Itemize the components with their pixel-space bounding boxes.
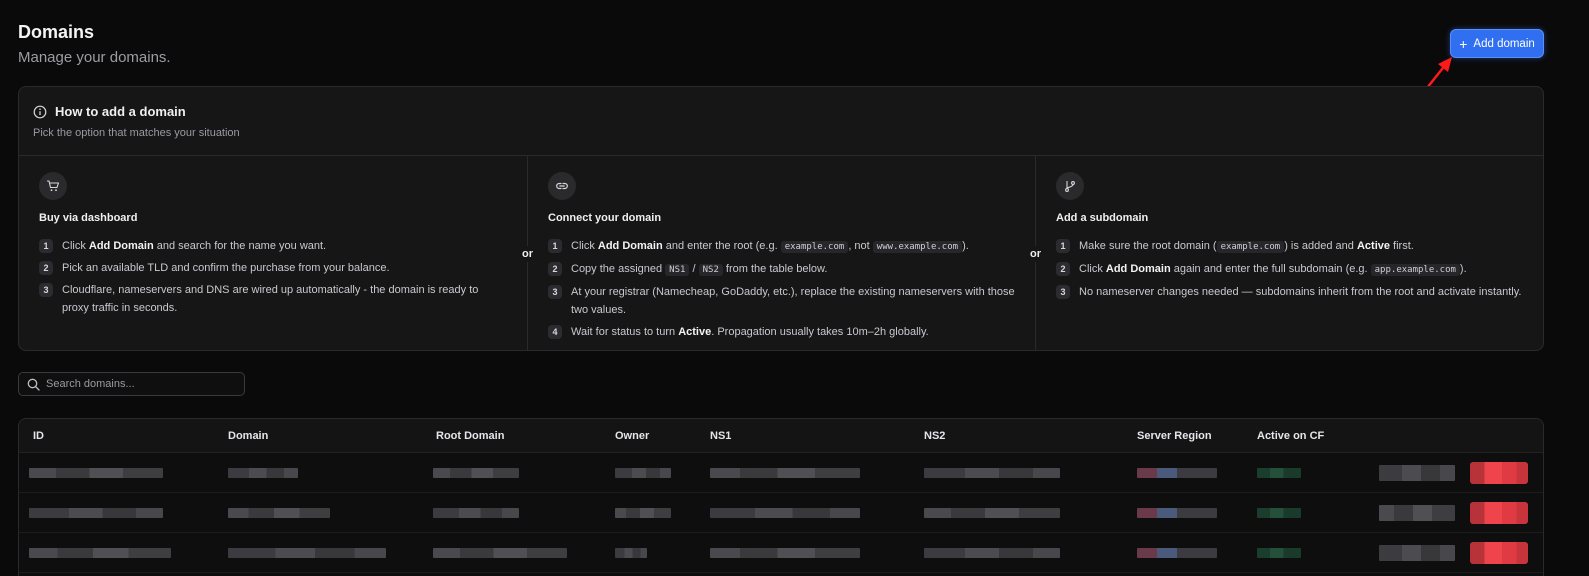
row-action-button[interactable] bbox=[1379, 505, 1455, 521]
howto-option-buy: Buy via dashboard 1 Click Add Domain and… bbox=[19, 156, 527, 350]
add-domain-label: Add domain bbox=[1473, 37, 1535, 50]
howto-card: How to add a domain Pick the option that… bbox=[18, 86, 1544, 351]
link-icon bbox=[548, 172, 576, 200]
step: 1 Click Add Domain and search for the na… bbox=[39, 237, 507, 255]
column-header-domain[interactable]: Domain bbox=[228, 430, 268, 442]
howto-header: How to add a domain Pick the option that… bbox=[19, 87, 1543, 156]
column-header-id[interactable]: ID bbox=[33, 430, 44, 442]
step: 3 At your registrar (Namecheap, GoDaddy,… bbox=[548, 283, 1015, 319]
info-icon bbox=[33, 105, 47, 118]
row-action-button[interactable] bbox=[1379, 465, 1455, 481]
step: 3 No nameserver changes needed — subdoma… bbox=[1056, 283, 1523, 301]
column-header-owner[interactable]: Owner bbox=[615, 430, 649, 442]
table-header: ID Domain Root Domain Owner NS1 NS2 Serv… bbox=[19, 419, 1543, 453]
delete-button[interactable] bbox=[1470, 502, 1528, 524]
page-header: Domains Manage your domains. bbox=[18, 22, 171, 66]
search-box[interactable] bbox=[18, 372, 245, 396]
option-title: Add a subdomain bbox=[1056, 212, 1149, 224]
column-header-ns1[interactable]: NS1 bbox=[710, 430, 731, 442]
git-branch-icon bbox=[1056, 172, 1084, 200]
option-title: Connect your domain bbox=[548, 212, 662, 224]
domains-table: ID Domain Root Domain Owner NS1 NS2 Serv… bbox=[18, 418, 1544, 576]
column-header-server-region[interactable]: Server Region bbox=[1137, 430, 1212, 442]
step: 3 Cloudflare, nameservers and DNS are wi… bbox=[39, 281, 507, 317]
delete-button[interactable] bbox=[1470, 462, 1528, 484]
column-header-active-on-cf[interactable]: Active on CF bbox=[1257, 430, 1324, 442]
or-separator: or bbox=[1030, 246, 1041, 262]
column-header-root-domain[interactable]: Root Domain bbox=[436, 430, 504, 442]
column-header-ns2[interactable]: NS2 bbox=[924, 430, 945, 442]
step: 1 Click Add Domain and enter the root (e… bbox=[548, 237, 1015, 256]
page-title: Domains bbox=[18, 22, 95, 42]
step: 4 Wait for status to turn Active. Propag… bbox=[548, 323, 1015, 341]
page-subtitle: Manage your domains. bbox=[18, 49, 171, 66]
howto-description: Pick the option that matches your situat… bbox=[33, 127, 240, 139]
table-row[interactable] bbox=[19, 453, 1543, 493]
step: 2 Click Add Domain again and enter the f… bbox=[1056, 260, 1523, 279]
option-title: Buy via dashboard bbox=[39, 212, 138, 224]
step: 2 Copy the assigned NS1 / NS2 from the t… bbox=[548, 260, 1015, 279]
howto-option-subdomain: or Add a subdomain 1 Make sure the root … bbox=[1030, 156, 1543, 350]
cart-icon bbox=[39, 172, 67, 200]
row-action-button[interactable] bbox=[1379, 545, 1455, 561]
step: 2 Pick an available TLD and confirm the … bbox=[39, 259, 507, 277]
add-domain-button[interactable]: + Add domain bbox=[1450, 29, 1544, 58]
howto-title: How to add a domain bbox=[55, 104, 186, 119]
or-separator: or bbox=[522, 246, 533, 262]
plus-icon: + bbox=[1459, 35, 1468, 52]
step: 1 Make sure the root domain (example.com… bbox=[1056, 237, 1523, 256]
delete-button[interactable] bbox=[1470, 542, 1528, 564]
table-row[interactable] bbox=[19, 533, 1543, 573]
howto-option-connect: or Connect your domain 1 Click Add Domai… bbox=[522, 156, 1035, 350]
search-icon bbox=[27, 378, 40, 391]
table-row[interactable] bbox=[19, 493, 1543, 533]
search-input[interactable] bbox=[46, 378, 236, 390]
